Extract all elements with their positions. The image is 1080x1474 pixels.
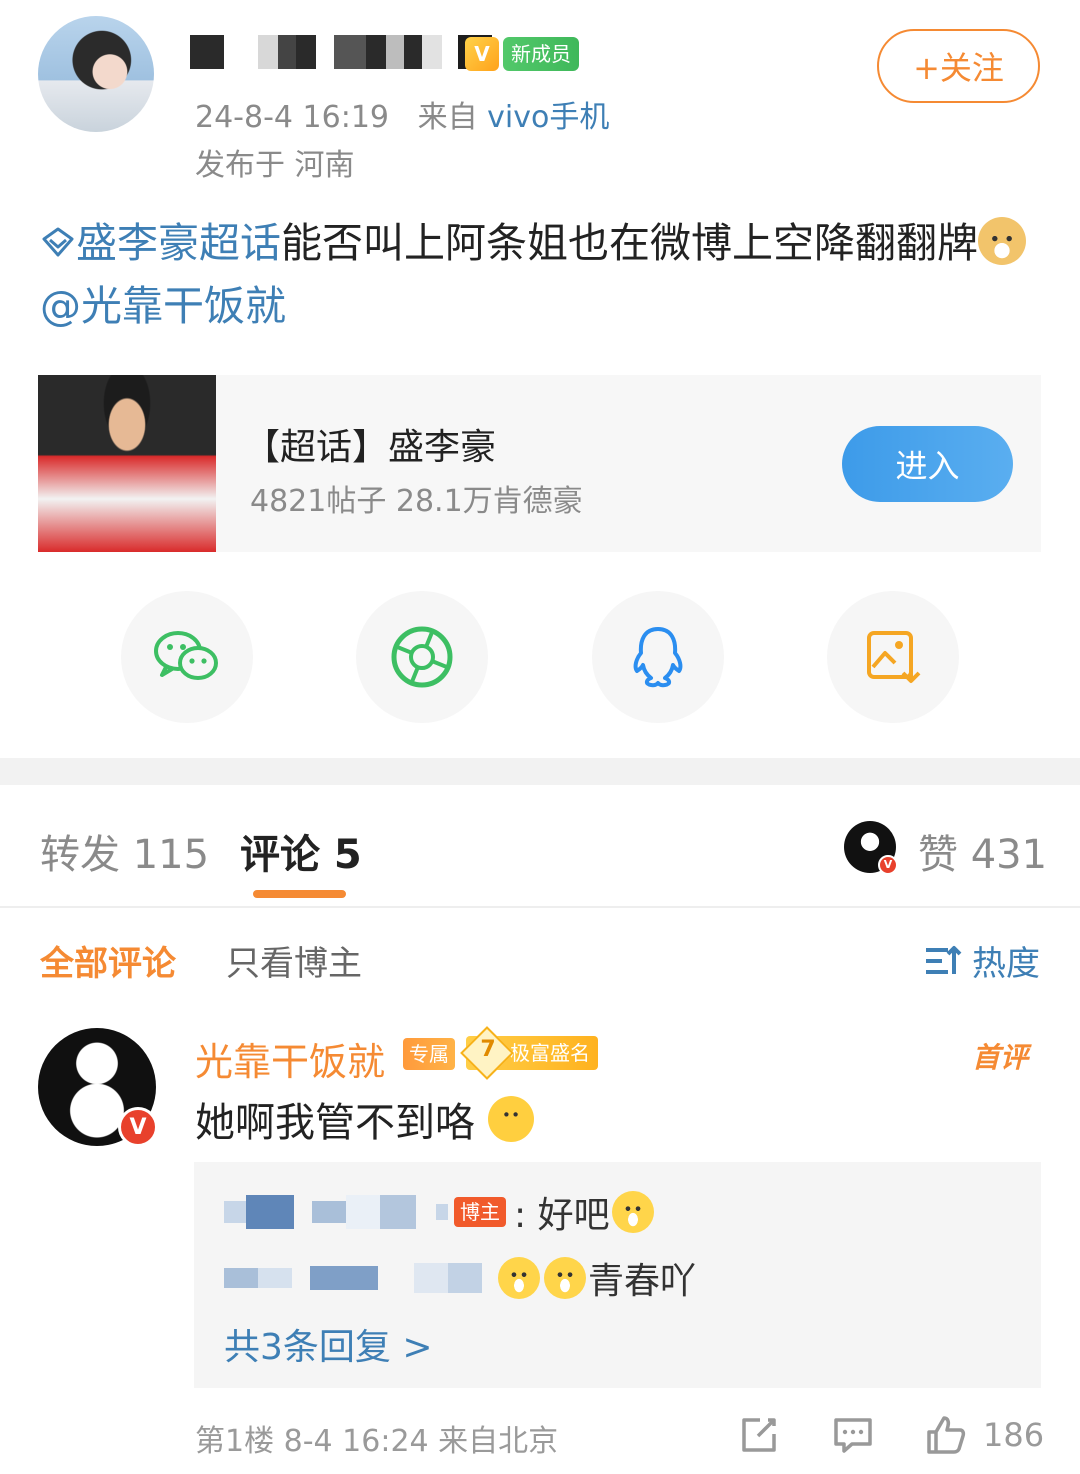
post-body: 能否叫上阿条姐也在微博上空降翻翻牌 [281,219,978,267]
filter-all-comments[interactable]: 全部评论 [40,936,176,985]
enter-button[interactable]: 进入 [842,426,1013,502]
enter-label: 进入 [895,447,960,485]
supertopic-stats: 4821帖子 28.1万肯德豪 [250,484,583,519]
share-qq-button[interactable] [592,591,724,723]
post-source[interactable]: vivo手机 [487,100,609,135]
reply-item: 青春吖 [224,1252,696,1304]
post-location: 发布于 河南 [195,148,355,183]
reply-author-masked[interactable] [224,1260,496,1296]
post-text: 盛李豪超话能否叫上阿条姐也在微博上空降翻翻牌 @光靠干饭就 [40,212,1040,338]
share-wechat-button[interactable] [121,591,253,723]
sort-icon [926,945,962,974]
exclusive-badge: 专属 [403,1038,455,1070]
rank-level: 7 [480,1037,496,1062]
more-replies-link[interactable]: 共3条回复 > [224,1318,433,1370]
vip-badge-icon: V [465,37,499,71]
reply-text: : 好吧 [514,1195,610,1236]
tab-like[interactable]: 赞 431 [918,822,1047,880]
moments-icon [391,626,453,688]
verified-badge-icon: V [878,855,898,875]
author-name-masked[interactable] [190,34,492,70]
laugh-emoji-icon [544,1257,586,1299]
supertopic-title: 【超话】盛李豪 [244,427,497,468]
reply-author-masked[interactable] [224,1194,448,1230]
commenter-name[interactable]: 光靠干饭就 [195,1031,385,1086]
supertopic-cover-image [38,375,216,552]
comment-text: 她啊我管不到咯 [195,1090,534,1148]
wechat-icon [154,631,218,680]
post-meta: 24-8-4 16:19 来自 vivo手机 [195,92,609,136]
tabs-divider [0,906,1080,908]
mention-link[interactable]: @光靠干饭就 [40,282,286,330]
filter-owner-only[interactable]: 只看博主 [226,936,362,985]
follow-label: +关注 [913,49,1004,87]
reply-item: 博主 : 好吧 [224,1186,656,1238]
section-separator [0,758,1080,785]
first-review-badge: 首评 [972,1041,1029,1074]
like-count: 186 [983,1416,1045,1454]
supertopic-diamond-icon [42,227,74,257]
like-icon[interactable] [925,1414,967,1456]
sort-label: 热度 [972,944,1040,984]
share-moments-button[interactable] [356,591,488,723]
shrug-emoji-icon [487,1096,534,1142]
grin-emoji-icon [611,1191,654,1233]
post-timestamp: 24-8-4 16:19 [195,100,389,135]
new-member-badge: 新成员 [503,37,579,71]
sort-button[interactable]: 热度 [924,936,1040,985]
author-avatar[interactable] [38,16,154,132]
save-image-button[interactable] [827,591,959,723]
share-icon[interactable] [738,1414,780,1456]
qq-icon [633,627,683,688]
doge-emoji-icon [978,217,1026,265]
comment-body: 她啊我管不到咯 [195,1100,475,1146]
follow-button[interactable]: +关注 [877,29,1040,103]
owner-badge: 博主 [454,1197,506,1227]
tab-comment[interactable]: 评论 5 [240,822,362,880]
comment-floor-meta: 第1楼 8-4 16:24 来自北京 [195,1424,559,1459]
laugh-emoji-icon [498,1257,540,1299]
post-source-prefix: 来自 [417,100,478,135]
save-image-icon [867,631,921,683]
tab-active-indicator [253,890,346,898]
tab-repost[interactable]: 转发 115 [40,822,209,880]
reply-text: 青春吖 [588,1261,697,1302]
verified-v-icon: V [118,1107,158,1147]
topic-link[interactable]: 盛李豪超话 [76,219,281,267]
comment-icon[interactable] [832,1414,874,1456]
